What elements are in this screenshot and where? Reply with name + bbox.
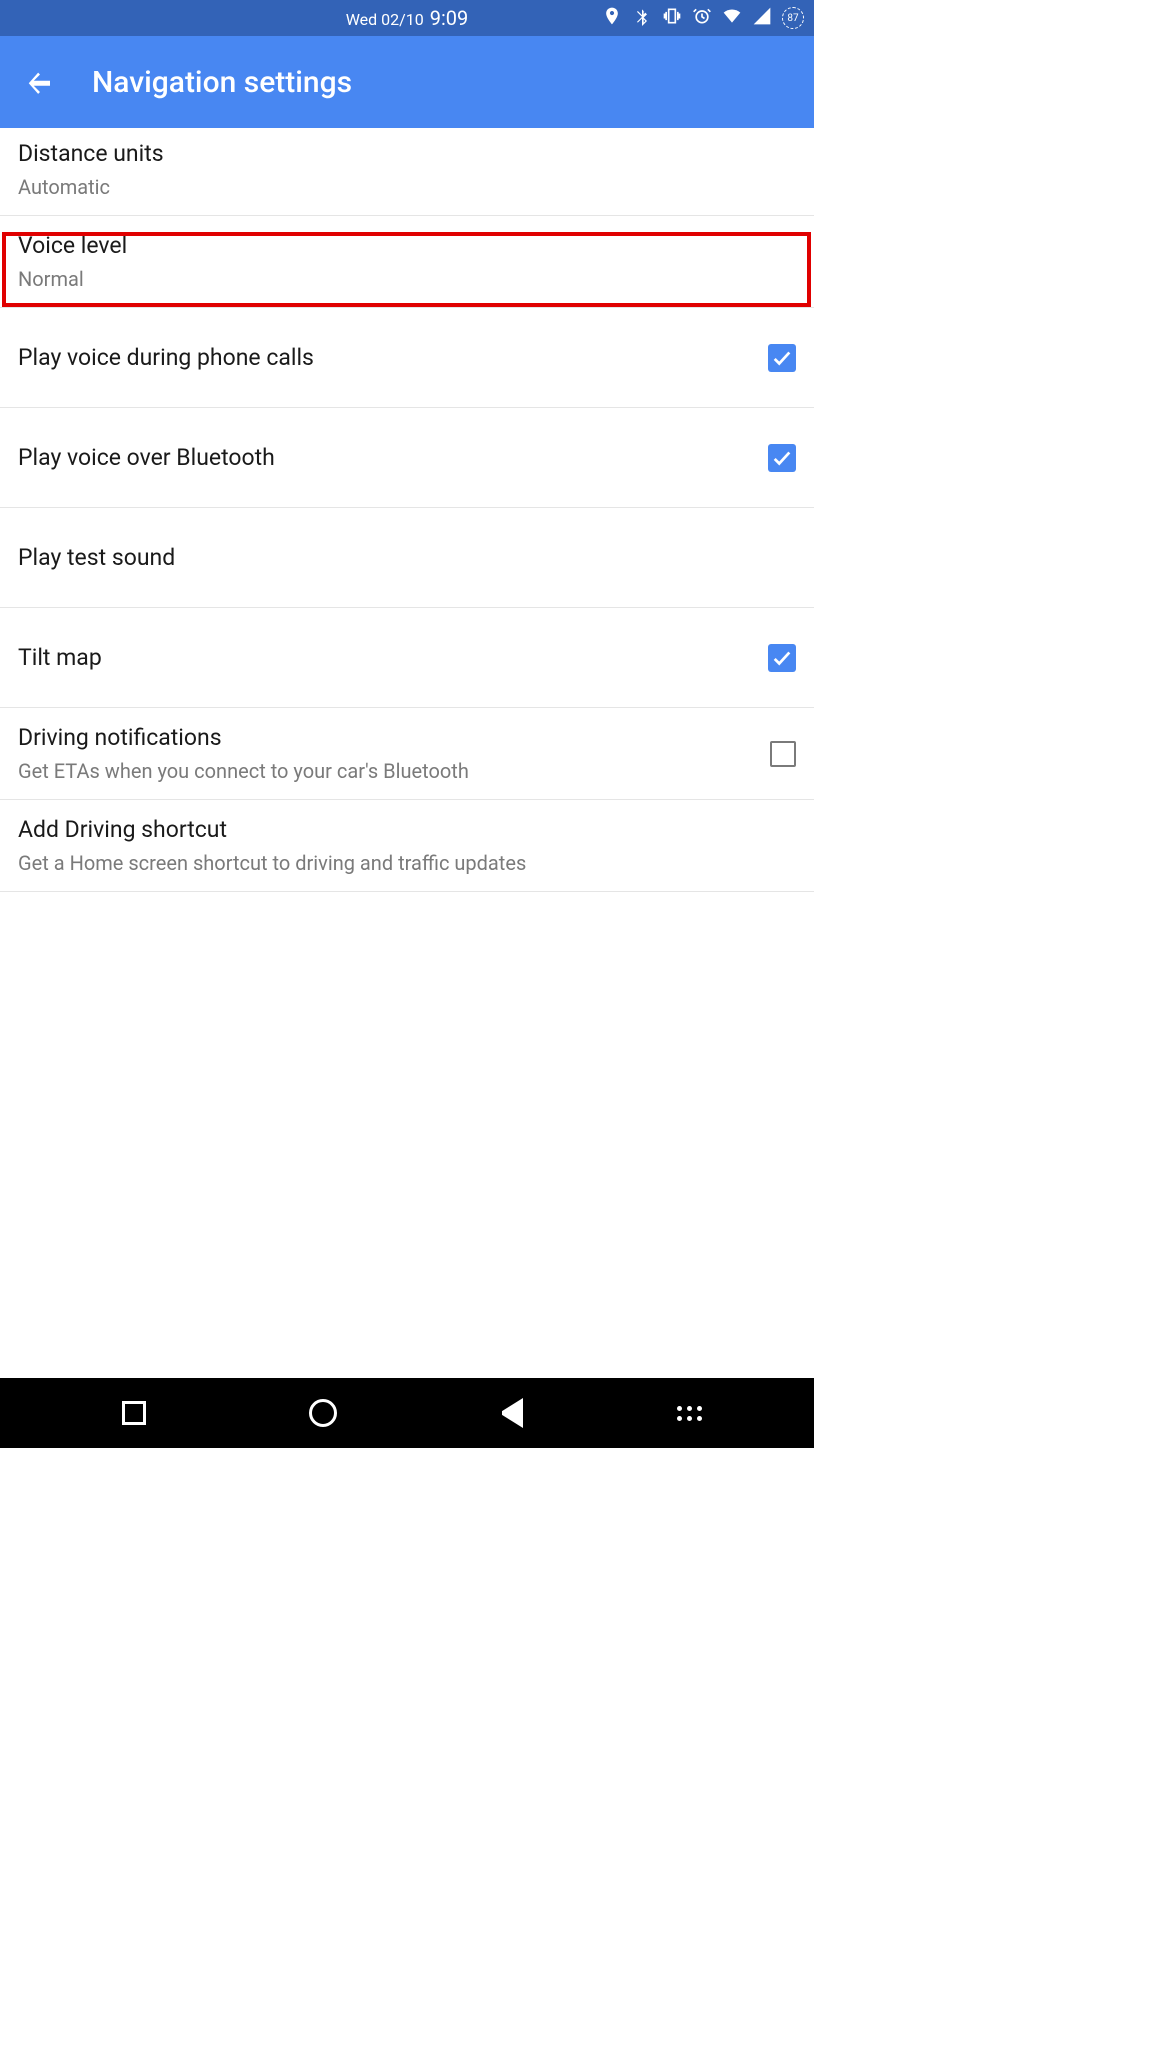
setting-value: Normal — [18, 267, 127, 291]
status-date: Wed 02/10 — [346, 10, 424, 29]
page-title: Navigation settings — [92, 65, 352, 100]
checkbox-checked-icon[interactable] — [768, 644, 796, 672]
setting-title: Play test sound — [18, 544, 175, 571]
nav-back-button[interactable] — [481, 1383, 541, 1443]
wifi-icon — [722, 6, 742, 31]
status-time: 9:09 — [430, 6, 469, 30]
setting-play-voice-calls[interactable]: Play voice during phone calls — [0, 308, 814, 408]
setting-play-test-sound[interactable]: Play test sound — [0, 508, 814, 608]
nav-recent-button[interactable] — [104, 1383, 164, 1443]
status-bar: Wed 02/10 9:09 87 — [0, 0, 814, 36]
checkbox-unchecked-icon[interactable] — [770, 741, 796, 767]
location-icon — [602, 6, 622, 31]
setting-play-voice-bluetooth[interactable]: Play voice over Bluetooth — [0, 408, 814, 508]
alarm-icon — [692, 6, 712, 31]
setting-title: Add Driving shortcut — [18, 816, 526, 843]
setting-title: Voice level — [18, 232, 127, 259]
vibrate-icon — [662, 6, 682, 31]
signal-icon — [752, 6, 772, 31]
setting-subtitle: Get a Home screen shortcut to driving an… — [18, 851, 526, 875]
setting-title: Play voice during phone calls — [18, 344, 314, 371]
setting-add-driving-shortcut[interactable]: Add Driving shortcut Get a Home screen s… — [0, 800, 814, 892]
setting-driving-notifications[interactable]: Driving notifications Get ETAs when you … — [0, 708, 814, 800]
bluetooth-icon — [632, 6, 652, 31]
setting-subtitle: Get ETAs when you connect to your car's … — [18, 759, 469, 783]
setting-title: Play voice over Bluetooth — [18, 444, 275, 471]
nav-home-button[interactable] — [293, 1383, 353, 1443]
setting-title: Distance units — [18, 140, 164, 167]
setting-value: Automatic — [18, 175, 164, 199]
checkbox-checked-icon[interactable] — [768, 344, 796, 372]
app-bar: Navigation settings — [0, 36, 814, 128]
setting-voice-level[interactable]: Voice level Normal — [0, 216, 814, 308]
setting-title: Driving notifications — [18, 724, 469, 751]
checkbox-checked-icon[interactable] — [768, 444, 796, 472]
setting-tilt-map[interactable]: Tilt map — [0, 608, 814, 708]
setting-distance-units[interactable]: Distance units Automatic — [0, 128, 814, 216]
setting-title: Tilt map — [18, 644, 102, 671]
battery-label: 87 — [787, 13, 798, 24]
navigation-bar — [0, 1378, 814, 1448]
nav-menu-button[interactable] — [670, 1383, 710, 1443]
back-button[interactable] — [20, 62, 60, 102]
battery-icon: 87 — [782, 7, 804, 29]
settings-list: Distance units Automatic Voice level Nor… — [0, 128, 814, 1378]
